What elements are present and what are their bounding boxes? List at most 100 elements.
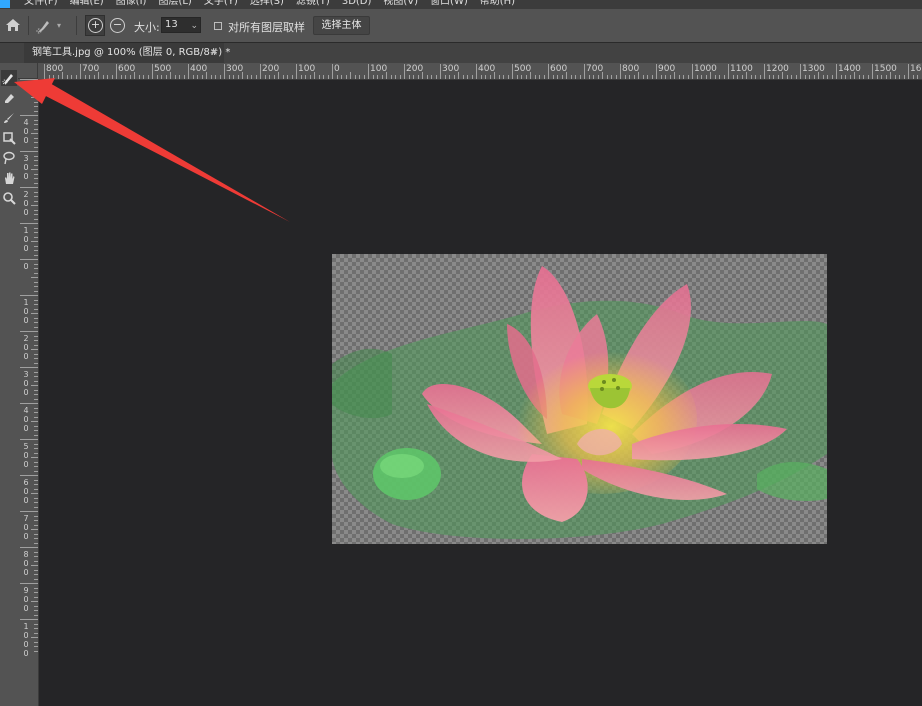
ruler-tick [417,75,419,79]
ruler-label: 600 [118,64,136,74]
menu-item[interactable]: 滤镜(T) [290,0,336,8]
ruler-tick [34,317,38,319]
document-tab[interactable]: 钢笔工具.jpg @ 100% (图层 0, RGB/8#) * × [24,43,230,63]
ruler-tick [674,72,675,79]
tool-preset-picker[interactable]: ▾ [35,16,69,35]
ruler-tick [404,64,405,79]
transform-tool[interactable] [1,130,17,146]
ruler-tick [494,72,495,79]
ruler-tick [34,461,38,463]
ruler-tick [34,218,38,220]
horizontal-ruler[interactable]: 800 700 600 500 400 300 200 100 0 100 200 300 400 500… [38,63,922,80]
quick-selection-tool-icon [2,74,13,85]
quick-selection-tool[interactable] [1,70,17,86]
ruler-tick [444,75,446,79]
ruler-tick [233,75,234,79]
ruler-tick [34,398,38,400]
ruler-label: 800 [46,64,64,74]
ruler-label: 700 [82,64,100,74]
ruler-tick [588,75,590,79]
ruler-tick [354,75,356,79]
ruler-tick [57,75,59,79]
ruler-tick [300,75,302,79]
ruler-tick [332,64,333,79]
ruler-tick [34,551,38,553]
ruler-label: 4 0 0 [23,118,29,145]
menu-item[interactable]: 文字(Y) [198,0,244,8]
document-canvas[interactable] [39,80,922,706]
ruler-tick [34,308,38,310]
ruler-tick [34,466,38,467]
subtract-selection-icon[interactable]: − [110,18,125,33]
ruler-label: 900 [658,64,676,74]
menu-item[interactable]: 图像(I) [110,0,153,8]
ruler-tick [827,75,828,79]
ruler-tick [34,497,38,499]
ruler-tick [714,75,716,79]
vertical-ruler[interactable]: 0 4 0 0 3 0 0 2 0 0 1 0 0 0 1 0 0 2 0 0 3 0 0 4 0… [18,79,39,706]
zoom-tool[interactable] [1,190,17,206]
add-selection-icon[interactable]: + [88,18,103,33]
chevron-down-icon[interactable]: ⌄ [190,19,198,33]
ruler-tick [638,72,639,79]
ruler-tick [341,75,342,79]
ruler-tick [34,119,38,121]
menu-item[interactable]: 视图(V) [377,0,424,8]
ruler-tick [34,515,38,517]
hand-tool[interactable] [1,170,17,186]
ruler-tick [633,75,635,79]
ruler-tick [183,75,185,79]
ruler-tick [219,75,221,79]
ruler-label: 400 [478,64,496,74]
ruler-corner[interactable] [18,63,38,79]
select-subject-button[interactable]: 选择主体 [313,16,370,35]
home-icon[interactable] [5,18,21,32]
ruler-tick [291,75,293,79]
ruler-label: 1100 [730,64,753,74]
ruler-label: 1400 [838,64,861,74]
menu-item[interactable]: 文件(F) [18,0,64,8]
brush-size-input[interactable]: 13 ⌄ [161,17,201,33]
menu-item[interactable]: 帮助(H) [474,0,521,8]
menu-item[interactable]: 3D(D) [336,0,378,8]
document-tab-bar: 钢笔工具.jpg @ 100% (图层 0, RGB/8#) * × [0,43,922,63]
ruler-tick [116,64,117,79]
ruler-tick [134,72,135,79]
ruler-tick [719,75,720,79]
ruler-tick [692,64,693,79]
ruler-label: 6 0 0 [23,478,29,505]
menu-item[interactable]: 图层(L) [152,0,197,8]
brush-tool[interactable] [1,110,17,126]
lotus-image[interactable] [332,254,827,544]
ruler-tick [34,646,38,647]
ruler-tick [34,533,38,535]
ruler-tick [831,75,833,79]
ruler-tick [31,241,38,242]
ruler-label: 2 0 0 [23,334,29,361]
ruler-tick [34,83,38,85]
ruler-tick [440,64,441,79]
menu-item[interactable]: 窗口(W) [424,0,474,8]
ruler-tick [804,75,806,79]
ruler-tick [34,614,38,616]
ruler-label: 0 [23,262,29,271]
ruler-tick [620,64,621,79]
close-icon[interactable]: × [210,43,218,63]
menu-item[interactable]: 编辑(E) [64,0,110,8]
ruler-tick [20,259,38,260]
ruler-tick [34,250,38,251]
sample-all-layers-checkbox[interactable] [214,22,222,30]
ruler-tick [570,75,572,79]
eraser-tool[interactable] [1,90,17,106]
ps-logo-icon[interactable] [0,0,10,8]
menu-item[interactable]: 选择(S) [244,0,290,8]
ruler-tick [597,75,599,79]
ruler-tick [566,72,567,79]
ruler-label: 200 [262,64,280,74]
lasso-tool[interactable] [1,150,17,166]
ruler-tick [651,75,653,79]
options-separator [28,16,29,35]
ruler-tick [318,75,320,79]
ruler-tick [759,75,761,79]
ruler-tick [480,75,482,79]
